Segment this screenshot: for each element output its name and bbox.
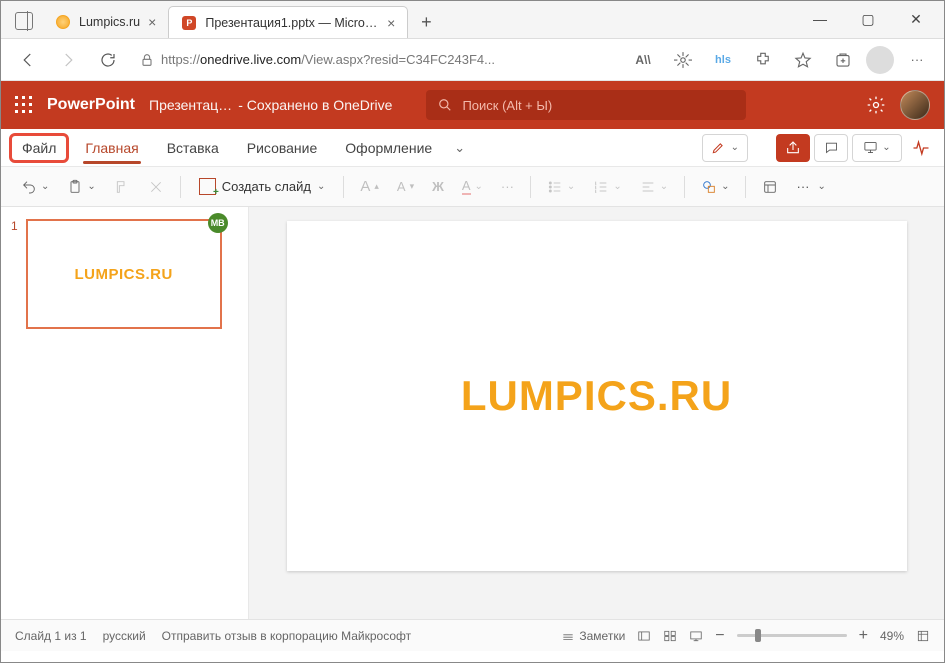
slide[interactable]: LUMPICS.RU [287,221,907,571]
search-placeholder: Поиск (Alt + Ы) [462,98,552,113]
powerpoint-favicon: P [181,15,197,31]
increase-font-button[interactable]: A▴ [354,173,385,201]
thumbnail-title-text: LUMPICS.RU [75,266,173,283]
share-button[interactable] [776,134,810,162]
status-bar: Слайд 1 из 1 русский Отправить отзыв в к… [1,619,944,651]
bullets-button[interactable]: ⌄ [541,173,581,201]
font-more-button[interactable]: ··· [495,173,520,201]
tab-design[interactable]: Оформление [333,134,444,162]
comments-button[interactable] [814,134,848,162]
lumpics-favicon [55,14,71,30]
tab-insert[interactable]: Вставка [155,134,231,162]
workspace: 1 МВ LUMPICS.RU LUMPICS.RU [1,207,944,619]
app-name: PowerPoint [47,96,135,114]
collections-label[interactable]: hls [706,43,740,77]
toolbar: ⌄ ⌄ Создать слайд ⌄ A▴ A▾ Ж A⌄ ··· ⌄ ⌄ ⌄… [1,167,944,207]
tab-powerpoint[interactable]: P Презентация1.pptx — Microsoft × [168,6,408,38]
toolbar-more-button[interactable]: ···⌄ [790,173,831,201]
gear-icon[interactable] [866,95,886,115]
tab-label: Презентация1.pptx — Microsoft [205,16,379,30]
paste-button[interactable]: ⌄ [61,173,101,201]
zoom-in-button[interactable]: + [859,627,868,645]
back-button[interactable] [11,43,45,77]
thumbnail-number: 1 [11,219,18,329]
tab-file[interactable]: Файл [9,133,69,163]
ribbon-tabs: Файл Главная Вставка Рисование Оформлени… [1,129,944,167]
not-synced-icon[interactable] [666,43,700,77]
collections-button[interactable] [826,43,860,77]
app-launcher-icon[interactable] [15,96,33,114]
slide-thumbnail[interactable]: МВ LUMPICS.RU [26,219,222,329]
format-painter-button[interactable] [108,173,136,201]
collaboration-badge: МВ [208,213,228,233]
profile-avatar[interactable] [866,46,894,74]
present-button[interactable]: ⌄ [852,134,902,162]
delete-button[interactable] [142,173,170,201]
slide-counter[interactable]: Слайд 1 из 1 [15,629,87,643]
favorites-button[interactable] [786,43,820,77]
window-controls: — ▢ ✕ [796,4,940,34]
more-button[interactable]: ··· [900,43,934,77]
close-window-button[interactable]: ✕ [892,4,940,34]
zoom-out-button[interactable]: − [715,627,724,645]
search-icon [438,98,452,112]
zoom-level[interactable]: 49% [880,629,904,643]
designer-button[interactable] [756,173,784,201]
reader-mode-button[interactable]: A\\ [626,43,660,77]
save-status: - Сохранено в OneDrive [238,97,392,113]
document-title-group[interactable]: Презентац… - Сохранено в OneDrive [149,97,392,113]
tab-lumpics[interactable]: Lumpics.ru × [43,6,168,38]
url-text: https://onedrive.live.com/View.aspx?resi… [161,52,495,67]
document-name: Презентац… [149,97,232,113]
browser-tab-strip: Lumpics.ru × P Презентация1.pptx — Micro… [1,1,944,39]
thumbnail-panel: 1 МВ LUMPICS.RU [1,207,249,619]
user-avatar[interactable] [900,90,930,120]
zoom-slider[interactable] [737,634,847,637]
tab-home[interactable]: Главная [73,134,150,162]
extensions-button[interactable] [746,43,780,77]
undo-button[interactable]: ⌄ [15,173,55,201]
powerpoint-header: PowerPoint Презентац… - Сохранено в OneD… [1,81,944,129]
align-button[interactable]: ⌄ [634,173,674,201]
lock-icon [139,52,155,68]
feedback-link[interactable]: Отправить отзыв в корпорацию Майкрософт [162,629,411,643]
search-input[interactable]: Поиск (Alt + Ы) [426,90,746,120]
new-slide-icon [199,178,216,195]
activity-icon[interactable] [906,138,936,158]
tab-label: Lumpics.ru [79,15,140,29]
fit-to-window-button[interactable] [916,629,930,643]
maximize-button[interactable]: ▢ [844,4,892,34]
slide-canvas-area[interactable]: LUMPICS.RU [249,207,944,619]
more-tabs-chevron[interactable]: ⌄ [448,134,471,162]
forward-button[interactable] [51,43,85,77]
slide-title-text[interactable]: LUMPICS.RU [461,372,732,420]
font-color-button[interactable]: A⌄ [456,173,489,201]
minimize-button[interactable]: — [796,4,844,34]
close-icon[interactable]: × [148,14,156,30]
refresh-button[interactable] [91,43,125,77]
shapes-button[interactable]: ⌄ [695,173,735,201]
notes-button[interactable]: Заметки [561,629,625,643]
tab-draw[interactable]: Рисование [235,134,330,162]
normal-view-button[interactable] [637,629,651,643]
reading-view-button[interactable] [689,629,703,643]
new-tab-button[interactable]: + [412,8,440,36]
sorter-view-button[interactable] [663,629,677,643]
tab-actions-icon[interactable] [15,12,33,30]
editing-mode-button[interactable]: ⌄ [702,134,748,162]
decrease-font-button[interactable]: A▾ [391,173,420,201]
close-icon[interactable]: × [387,15,395,31]
url-input[interactable]: https://onedrive.live.com/View.aspx?resi… [131,45,620,75]
new-slide-label: Создать слайд [222,179,311,194]
bold-button[interactable]: Ж [426,173,450,201]
language-indicator[interactable]: русский [103,629,146,643]
numbering-button[interactable]: ⌄ [587,173,627,201]
address-bar: https://onedrive.live.com/View.aspx?resi… [1,39,944,81]
new-slide-button[interactable]: Создать слайд ⌄ [191,173,334,201]
